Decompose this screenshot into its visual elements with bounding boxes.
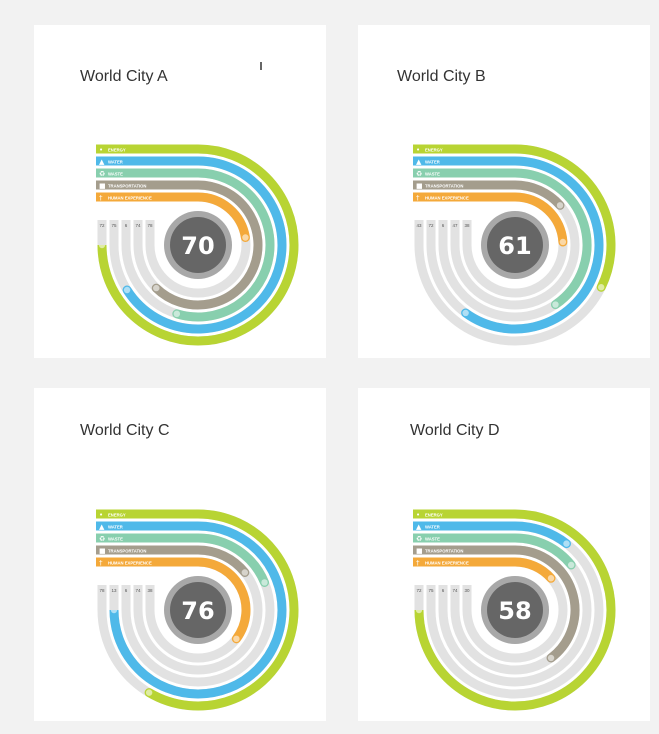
series-end-marker (556, 202, 564, 209)
series-label: WATER (425, 525, 440, 530)
score-value: 58 (498, 597, 531, 625)
stack-label: 47 (452, 223, 458, 228)
bulb-icon: • (99, 511, 103, 519)
person-icon: † (99, 194, 103, 202)
radial-chart-svg: • ENERGY▲ WATER♻ WASTE■ TRANSPORTATION † HUMAN… (413, 509, 616, 711)
radial-chart: • ENERGY ▲ WATER ♻ WASTE ■ TRANSPORTATION † HUMAN… (413, 141, 650, 358)
chart-card: World City C • ENERGY ▲ WATER ♻ WASTE ■ TRANSPO… (34, 388, 326, 721)
stack-label: 72 (99, 223, 105, 228)
series-end-marker (145, 689, 153, 696)
stack-label: 30 (464, 588, 470, 593)
bulb-icon: • (99, 146, 103, 154)
series-end-marker (563, 540, 570, 547)
radial-chart: • ENERGY ▲ WATER ♻ WASTE ■ TRANSPORTATION † HUMAN… (96, 141, 326, 358)
radial-chart-svg: • ENERGY▲ WATER♻ WASTE■ TRANSPORTATION † HUMAN… (96, 509, 299, 711)
stack-label: 75 (111, 223, 117, 228)
chart-title: World City B (397, 68, 486, 85)
bus-icon: ■ (416, 547, 423, 555)
stack-label: 38 (147, 588, 153, 593)
series-label: TRANSPORTATION (425, 549, 463, 554)
chart-title: World City D (410, 422, 500, 439)
series-label: HUMAN EXPERIENCE (108, 561, 152, 566)
person-icon: † (416, 194, 420, 202)
series-label: WASTE (425, 172, 440, 177)
person-icon: † (416, 559, 420, 567)
series-label: WATER (425, 160, 440, 165)
bulb-icon: • (416, 146, 420, 154)
bus-icon: ■ (99, 182, 106, 190)
series-label: WATER (108, 160, 123, 165)
recycle-icon: ♻ (99, 170, 105, 178)
series-label: HUMAN EXPERIENCE (425, 196, 469, 201)
series-label: HUMAN EXPERIENCE (425, 561, 469, 566)
chart-card: World City B • ENERGY ▲ WATER ♻ WASTE ■ TRANSPO… (358, 25, 650, 358)
series-label: TRANSPORTATION (425, 184, 463, 189)
stack-label: 78 (147, 223, 153, 228)
series-end-marker (552, 301, 559, 308)
radial-chart-svg: • ENERGY▲ WATER♻ WASTE■ TRANSPORTATION † HUMAN… (96, 144, 299, 346)
series-label: TRANSPORTATION (108, 549, 146, 554)
bus-icon: ■ (99, 547, 106, 555)
drop-icon: ▲ (416, 523, 422, 531)
series-end-marker (233, 635, 240, 643)
stack-label: 78 (99, 588, 105, 593)
city-chart-grid: World City A • ENERGY ▲ WATER ♻ WASTE ■ TRANSPO… (0, 0, 659, 734)
series-end-marker (547, 575, 555, 582)
recycle-icon: ♻ (99, 535, 105, 543)
stack-label: 74 (135, 223, 141, 228)
score-value: 61 (498, 232, 531, 260)
series-label: WATER (108, 525, 123, 530)
drop-icon: ▲ (99, 158, 105, 166)
stack-label: 43 (416, 223, 422, 228)
series-end-marker (559, 238, 567, 246)
series-end-marker (173, 310, 181, 318)
score-value: 76 (181, 597, 214, 625)
series-label: WASTE (425, 537, 440, 542)
series-label: ENERGY (425, 148, 443, 153)
radial-chart: • ENERGY ▲ WATER ♻ WASTE ■ TRANSPORTATION † HUMAN… (96, 506, 326, 721)
series-label: ENERGY (425, 513, 443, 518)
stack-label: 74 (452, 588, 458, 593)
radial-chart: • ENERGY ▲ WATER ♻ WASTE ■ TRANSPORTATION † HUMAN… (413, 506, 650, 721)
stack-label: 72 (428, 223, 434, 228)
series-label: WASTE (108, 172, 123, 177)
drop-icon: ▲ (416, 158, 422, 166)
series-end-marker (123, 286, 131, 294)
drop-icon: ▲ (99, 523, 105, 531)
series-end-marker (547, 654, 555, 662)
stack-label: 74 (135, 588, 141, 593)
series-label: ENERGY (108, 513, 126, 518)
recycle-icon: ♻ (416, 535, 422, 543)
series-label: WASTE (108, 537, 123, 542)
series-end-marker (567, 561, 575, 569)
radial-chart-svg: • ENERGY▲ WATER♻ WASTE■ TRANSPORTATION † HUMAN… (413, 144, 616, 346)
series-label: TRANSPORTATION (108, 184, 146, 189)
recycle-icon: ♻ (416, 170, 422, 178)
series-arc (510, 557, 556, 583)
stray-mark (260, 62, 262, 70)
series-end-marker (242, 234, 249, 241)
score-value: 70 (181, 232, 214, 260)
chart-title: World City C (80, 422, 170, 439)
chart-title: World City A (80, 68, 168, 85)
stack-label: 13 (111, 588, 117, 593)
series-end-marker (261, 579, 268, 586)
chart-card: World City A • ENERGY ▲ WATER ♻ WASTE ■ TRANSPO… (34, 25, 326, 358)
series-end-marker (462, 309, 469, 317)
series-end-marker (153, 284, 160, 292)
stack-label: 38 (464, 223, 470, 228)
stack-label: 72 (416, 588, 422, 593)
series-label: ENERGY (108, 148, 126, 153)
series-end-marker (241, 569, 249, 576)
chart-card: World City D • ENERGY ▲ WATER ♻ WASTE ■ TRANSPO… (358, 388, 650, 721)
bulb-icon: • (416, 511, 420, 519)
series-end-marker (598, 284, 605, 291)
stack-label: 75 (428, 588, 434, 593)
bus-icon: ■ (416, 182, 423, 190)
series-label: HUMAN EXPERIENCE (108, 196, 152, 201)
person-icon: † (99, 559, 103, 567)
